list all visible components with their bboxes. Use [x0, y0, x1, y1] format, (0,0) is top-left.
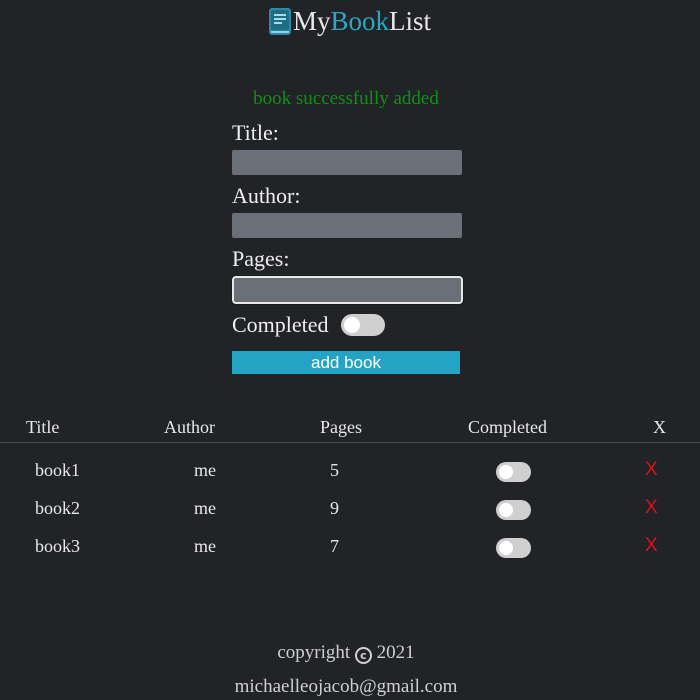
- completed-label: Completed: [232, 312, 329, 337]
- delete-button[interactable]: X: [645, 497, 658, 519]
- delete-button[interactable]: X: [645, 459, 658, 481]
- book-completed-cell: [496, 500, 531, 525]
- table-row: book1 me 5 X: [0, 456, 700, 486]
- book-title: book2: [35, 498, 80, 518]
- book-completed-cell: [496, 538, 531, 563]
- book-completed-cell: [496, 462, 531, 487]
- column-header-completed: Completed: [468, 417, 547, 437]
- footer-email: michaelleojacob@gmail.com: [234, 676, 458, 697]
- toggle-knob: [499, 541, 513, 555]
- book-title: book3: [35, 536, 80, 556]
- column-header-author: Author: [164, 417, 215, 437]
- pages-label: Pages:: [232, 246, 290, 271]
- delete-button[interactable]: X: [645, 535, 658, 557]
- pages-input[interactable]: [232, 276, 463, 304]
- completed-toggle[interactable]: [340, 314, 385, 336]
- copyright-text: copyright: [277, 642, 351, 663]
- toggle-knob: [343, 317, 360, 333]
- toggle-knob: [499, 465, 513, 479]
- book-pages: 9: [330, 498, 339, 518]
- column-header-pages: Pages: [320, 417, 362, 437]
- table-row: book3 me 7 X: [0, 532, 700, 562]
- book-pages: 5: [330, 460, 339, 480]
- author-label: Author:: [232, 183, 301, 208]
- app-title-book: Book: [330, 6, 389, 36]
- book-author: me: [194, 460, 216, 480]
- copyright-year: 2021: [376, 642, 415, 663]
- add-book-button[interactable]: add book: [232, 351, 460, 374]
- table-row: book2 me 9 X: [0, 494, 700, 524]
- app-title-list: List: [389, 6, 432, 36]
- add-book-form: Title: Author: Pages: Completed add book: [232, 120, 464, 374]
- toggle-knob: [499, 503, 513, 517]
- book-author: me: [194, 498, 216, 518]
- app-title-my: My: [292, 6, 331, 36]
- book-title: book1: [35, 460, 80, 480]
- success-message: book successfully added: [253, 88, 439, 109]
- book-icon: [268, 7, 291, 35]
- completed-row: Completed: [232, 312, 464, 338]
- app-logo: MyBookList: [0, 6, 700, 36]
- table-header: Title Author Pages Completed X: [0, 416, 700, 443]
- completed-toggle[interactable]: [496, 500, 531, 520]
- book-pages: 7: [330, 536, 339, 556]
- book-author: me: [194, 536, 216, 556]
- column-header-delete: X: [653, 417, 666, 437]
- copyright-icon: c: [354, 647, 372, 664]
- title-input[interactable]: [232, 150, 462, 175]
- app-title: MyBookList: [293, 6, 431, 36]
- completed-toggle[interactable]: [496, 462, 531, 482]
- title-label: Title:: [232, 120, 279, 145]
- column-header-title: Title: [26, 417, 60, 437]
- completed-toggle[interactable]: [496, 538, 531, 558]
- footer-copyright: copyright c 2021: [0, 642, 692, 664]
- author-input[interactable]: [232, 213, 462, 238]
